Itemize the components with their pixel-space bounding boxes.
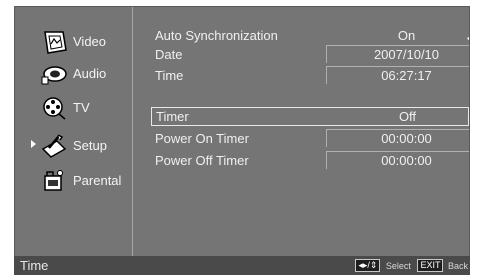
left-right-arrows-icon[interactable] <box>467 31 469 41</box>
left-right-arrows-icon[interactable] <box>468 112 469 121</box>
back-hint: Back <box>447 260 468 271</box>
video-icon <box>39 29 69 55</box>
timer-label: Timer <box>156 109 189 124</box>
nav-key-icon: ◂▸/⇕ <box>355 259 381 272</box>
status-title: Time <box>20 258 49 273</box>
time-label: Time <box>155 68 184 83</box>
sidebar-item-setup[interactable]: Setup <box>15 131 133 161</box>
power-off-timer-label: Power Off Timer <box>155 153 249 168</box>
select-hint: Select <box>385 260 411 271</box>
time-row[interactable]: Time 06:27:17 <box>155 66 469 85</box>
power-off-timer-row[interactable]: Power Off Timer 00:00:00 <box>155 151 469 170</box>
sidebar-item-tv[interactable]: TV <box>15 93 133 123</box>
timer-value: Off <box>398 109 417 124</box>
time-value[interactable]: 06:27:17 <box>326 68 469 83</box>
auto-sync-row[interactable]: Auto Synchronization On <box>155 27 469 45</box>
key-hints: ◂▸/⇕ Select EXIT Back <box>355 259 468 272</box>
sidebar-item-video[interactable]: Video <box>15 27 133 57</box>
sidebar-item-label: Setup <box>73 138 107 153</box>
status-bar: Time ◂▸/⇕ Select EXIT Back <box>14 256 470 275</box>
osd-screen: Video Audio TV Setup Parental Auto Synch… <box>14 6 470 257</box>
date-value[interactable]: 2007/10/10 <box>326 47 469 62</box>
settings-panel: Auto Synchronization On Date 2007/10/10 … <box>133 7 469 256</box>
auto-sync-label: Auto Synchronization <box>155 28 278 43</box>
sidebar-item-label: Parental <box>73 173 122 188</box>
power-off-timer-value[interactable]: 00:00:00 <box>326 153 469 168</box>
selected-arrow-icon <box>31 140 36 148</box>
sidebar-menu: Video Audio TV Setup Parental <box>15 7 133 256</box>
power-on-timer-row[interactable]: Power On Timer 00:00:00 <box>155 129 469 148</box>
sidebar-item-parental[interactable]: Parental <box>15 166 133 196</box>
sidebar-item-label: Audio <box>73 66 107 81</box>
power-on-timer-value[interactable]: 00:00:00 <box>326 131 469 146</box>
sidebar-item-label: TV <box>73 100 90 115</box>
sidebar-item-label: Video <box>73 34 107 49</box>
parental-icon <box>39 168 69 194</box>
power-on-timer-label: Power On Timer <box>155 131 249 146</box>
audio-icon <box>39 61 69 87</box>
exit-key[interactable]: EXIT <box>417 259 444 272</box>
timer-row[interactable]: Timer Off <box>151 107 469 126</box>
date-label: Date <box>155 47 183 62</box>
sidebar-item-audio[interactable]: Audio <box>15 59 133 89</box>
setup-icon <box>39 133 69 159</box>
auto-sync-value: On <box>397 28 416 43</box>
date-row[interactable]: Date 2007/10/10 <box>155 45 469 64</box>
tv-icon <box>39 95 69 121</box>
